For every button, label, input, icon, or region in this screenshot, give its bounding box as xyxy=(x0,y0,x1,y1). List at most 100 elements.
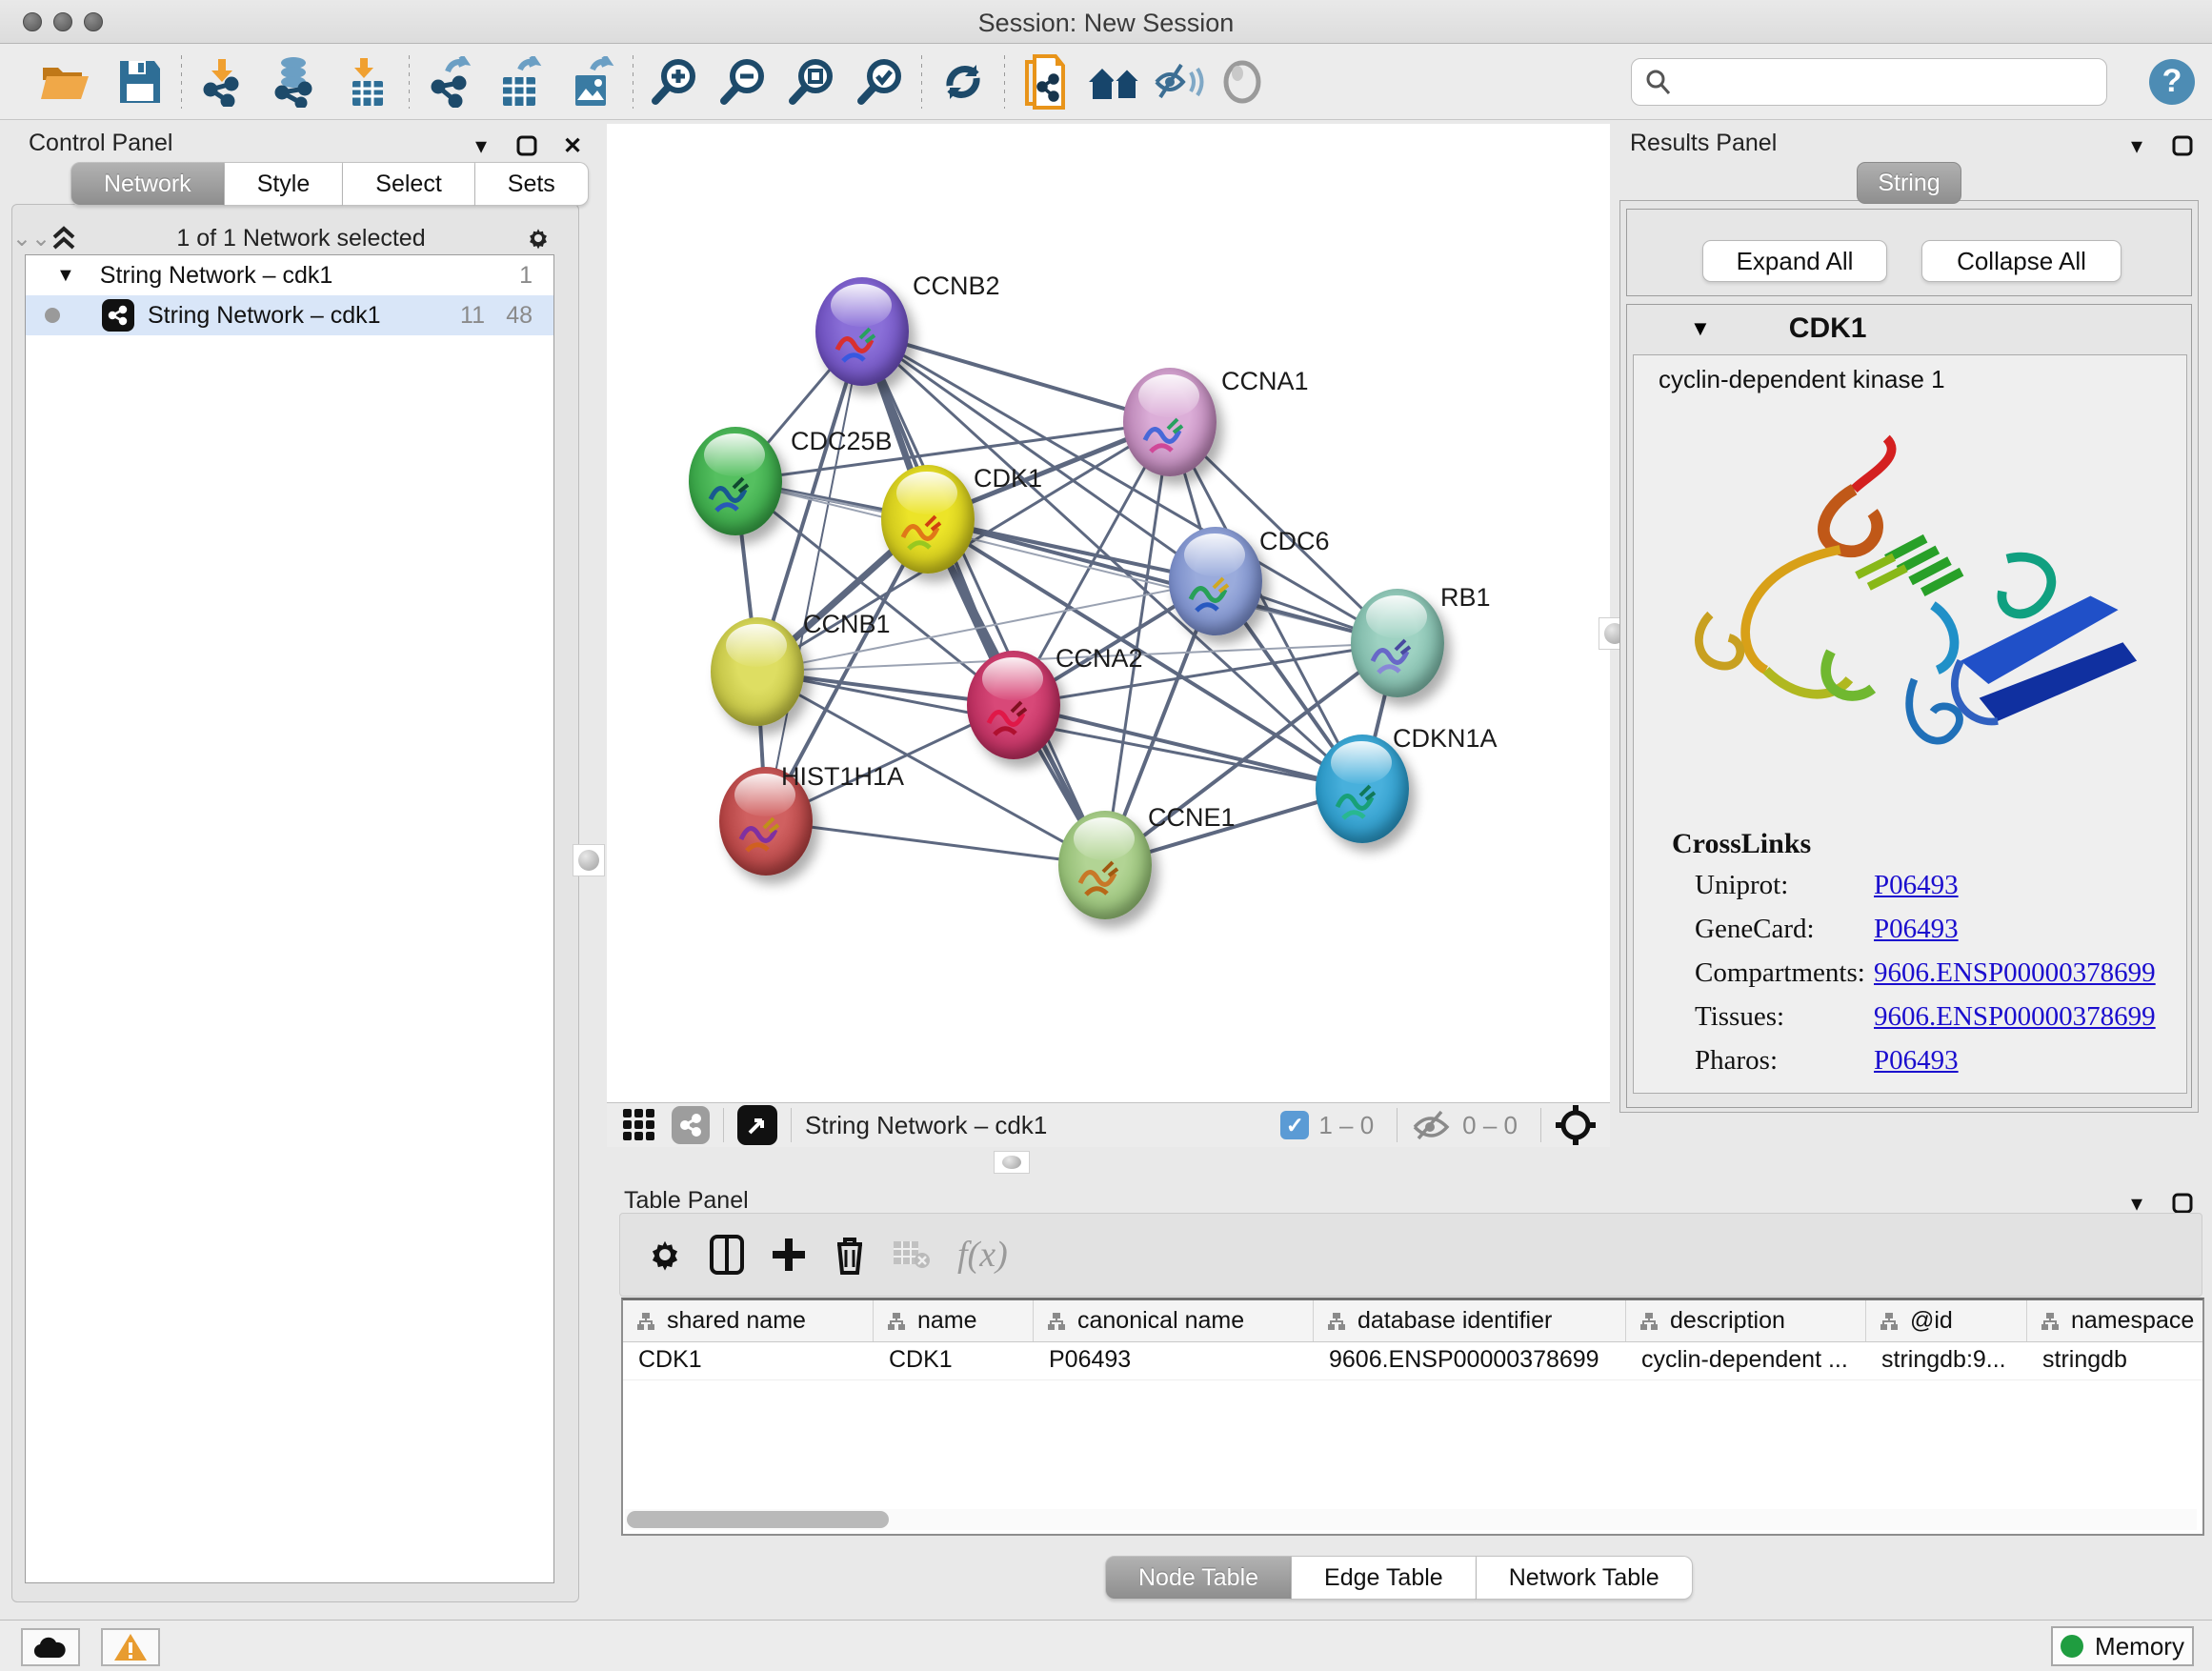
help-button[interactable]: ? xyxy=(2149,59,2195,105)
node-CCNB2[interactable] xyxy=(815,277,909,386)
titlebar: Session: New Session xyxy=(0,0,2212,44)
tab-edge-table[interactable]: Edge Table xyxy=(1292,1556,1477,1600)
import-network-database-button[interactable] xyxy=(268,53,323,111)
zoom-in-button[interactable] xyxy=(647,53,702,111)
column-header-canonical-name[interactable]: canonical name xyxy=(1034,1300,1314,1341)
edge-CCNB2-HIST1H1A[interactable] xyxy=(766,332,862,821)
node-CDC25B[interactable] xyxy=(689,427,782,535)
tab-style[interactable]: Style xyxy=(225,162,344,206)
table-toolbar: f(x) xyxy=(619,1213,2202,1297)
select-columns-icon[interactable] xyxy=(710,1235,744,1275)
gene-card-caret[interactable]: ▼ xyxy=(1690,316,1711,341)
column-header-database-identifier[interactable]: database identifier xyxy=(1314,1300,1626,1341)
refresh-button[interactable] xyxy=(935,53,991,111)
crosslink-label: GeneCard: xyxy=(1695,914,1815,944)
network-row[interactable]: String Network – cdk1 11 48 xyxy=(26,295,553,335)
import-network-file-button[interactable] xyxy=(195,53,251,111)
results-panel-collapse-button[interactable]: ▾ xyxy=(2124,133,2149,158)
node-CDK1[interactable] xyxy=(881,465,975,574)
crosslink-link[interactable]: 9606.ENSP00000378699 xyxy=(1874,957,2156,989)
control-panel-close-button[interactable]: ✕ xyxy=(560,133,585,158)
grid-view-icon[interactable] xyxy=(622,1108,656,1142)
delete-column-icon[interactable] xyxy=(834,1235,866,1275)
table-row[interactable]: CDK1CDK1P064939606.ENSP00000378699cyclin… xyxy=(623,1342,2202,1380)
column-header-@id[interactable]: @id xyxy=(1866,1300,2027,1341)
birds-eye-view-icon[interactable] xyxy=(737,1105,777,1145)
selected-checkbox[interactable]: ✓ xyxy=(1280,1111,1309,1139)
crosslink-link[interactable]: P06493 xyxy=(1874,914,1959,945)
tab-string[interactable]: String xyxy=(1857,162,1961,204)
bottom-splitter-handle[interactable] xyxy=(994,1151,1030,1174)
open-session-button[interactable] xyxy=(38,53,93,111)
table-horizontal-scrollbar[interactable] xyxy=(625,1509,2197,1530)
column-header-description[interactable]: description xyxy=(1626,1300,1866,1341)
search-box[interactable] xyxy=(1631,58,2107,106)
save-session-button[interactable] xyxy=(112,53,168,111)
tab-network-table[interactable]: Network Table xyxy=(1477,1556,1693,1600)
node-label-CDK1: CDK1 xyxy=(974,464,1042,493)
tab-network[interactable]: Network xyxy=(70,162,225,206)
tab-node-table[interactable]: Node Table xyxy=(1105,1556,1292,1600)
collection-expand-caret[interactable]: ▼ xyxy=(56,265,75,287)
node-CCNE1[interactable] xyxy=(1058,811,1152,919)
tab-select[interactable]: Select xyxy=(343,162,474,206)
control-panel-float-button[interactable] xyxy=(514,133,539,158)
delete-table-icon xyxy=(893,1239,931,1270)
network-options-gear-icon[interactable] xyxy=(526,226,551,251)
results-panel-float-button[interactable] xyxy=(2170,133,2195,158)
scrollbar-thumb[interactable] xyxy=(627,1511,889,1528)
collapse-all-button[interactable]: Collapse All xyxy=(1921,240,2122,282)
node-table[interactable]: shared namename canonical name database id… xyxy=(621,1298,2204,1536)
node-label-CCNB1: CCNB1 xyxy=(803,610,891,639)
node-RB1[interactable] xyxy=(1351,589,1444,697)
crosslink-link[interactable]: P06493 xyxy=(1874,1045,1959,1077)
zoom-fit-button[interactable] xyxy=(784,53,839,111)
add-column-icon[interactable] xyxy=(771,1237,807,1273)
node-CCNA2[interactable] xyxy=(967,651,1060,759)
network-canvas[interactable]: CCNB2CCNA1CDC25BCDK1CDC6RB1CCNB1CCNA2CDK… xyxy=(607,124,1610,1102)
crosslink-link[interactable]: 9606.ENSP00000378699 xyxy=(1874,1001,2156,1033)
cloud-button[interactable] xyxy=(21,1628,80,1666)
tab-sets[interactable]: Sets xyxy=(475,162,589,206)
crosslink-link[interactable]: P06493 xyxy=(1874,870,1959,901)
edge-HIST1H1A-CCNE1[interactable] xyxy=(766,821,1105,865)
column-header-shared-name[interactable]: shared name xyxy=(623,1300,874,1341)
search-input[interactable] xyxy=(1672,68,2081,95)
export-table-button[interactable] xyxy=(493,53,549,111)
node-CCNA1[interactable] xyxy=(1123,368,1217,476)
window-title: Session: New Session xyxy=(0,9,2212,38)
expand-all-button[interactable]: Expand All xyxy=(1702,240,1887,282)
network-collection-row[interactable]: ▼ String Network – cdk1 1 xyxy=(26,255,553,295)
export-image-button[interactable] xyxy=(564,53,619,111)
home-button[interactable] xyxy=(1087,53,1142,111)
warning-button[interactable] xyxy=(101,1628,160,1666)
column-header-name[interactable]: name xyxy=(874,1300,1034,1341)
network-share-icon[interactable] xyxy=(672,1106,710,1144)
search-icon xyxy=(1643,68,1672,96)
export-network-button[interactable] xyxy=(423,53,478,111)
hide-unhide-button[interactable] xyxy=(1152,53,1207,111)
highlight-button[interactable] xyxy=(1215,53,1270,111)
hidden-eye-icon[interactable] xyxy=(1411,1108,1453,1142)
zoom-out-button[interactable] xyxy=(715,53,771,111)
column-header-label: canonical name xyxy=(1077,1307,1244,1335)
memory-button[interactable]: Memory xyxy=(2051,1626,2194,1666)
collapse-all-networks-icon[interactable]: ⌄⌄ xyxy=(19,226,44,251)
network-node-count: 11 xyxy=(460,302,485,330)
string-import-button[interactable] xyxy=(1018,53,1074,111)
control-panel-collapse-button[interactable]: ▾ xyxy=(469,133,493,158)
import-table-file-button[interactable] xyxy=(340,53,395,111)
table-options-gear-icon[interactable] xyxy=(647,1237,683,1273)
import-table-icon xyxy=(345,56,391,108)
column-header-namespace[interactable]: namespace xyxy=(2027,1300,2204,1341)
left-splitter-handle[interactable] xyxy=(573,844,605,876)
expand-all-networks-icon[interactable] xyxy=(51,226,76,251)
crosslink-row: GeneCard:P06493 xyxy=(1695,914,1815,945)
node-label-CCNB2: CCNB2 xyxy=(913,272,1000,301)
crosslink-label: Compartments: xyxy=(1695,957,1865,988)
pan-crosshair-icon[interactable] xyxy=(1555,1104,1597,1146)
results-panel: Results Panel ▾ ✕ String Expand All Coll… xyxy=(1617,124,2212,1181)
node-CDC6[interactable] xyxy=(1169,527,1262,635)
zoom-selected-button[interactable] xyxy=(853,53,908,111)
node-CCNB1[interactable] xyxy=(711,617,804,726)
